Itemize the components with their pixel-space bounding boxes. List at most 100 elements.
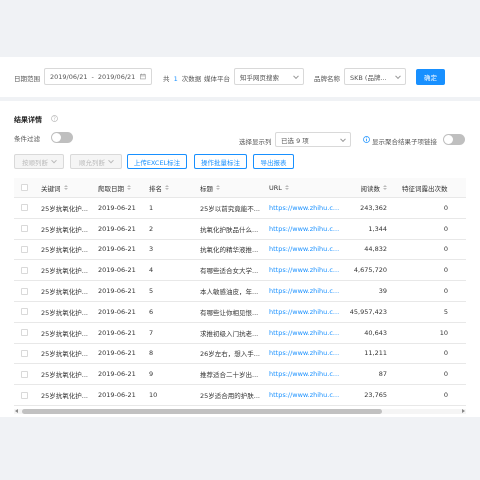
col-title[interactable]: 标题 — [200, 178, 220, 197]
cell-crawl-date: 2019-06-21 — [98, 266, 136, 275]
table-row[interactable]: 25岁抗氧化护... 2019-06-21 3 抗氧化的精华液推... https://… — [14, 240, 466, 261]
table-row[interactable]: 25岁抗氧化护... 2019-06-21 4 有哪些适合女大学... https://… — [14, 260, 466, 282]
cell-feature-count: 0 — [443, 391, 448, 400]
date-range-picker[interactable]: 2019/06/21 - 2019/06/21 — [44, 68, 152, 85]
media-platform-label: 媒体平台 — [204, 75, 230, 83]
cell-title: 本人敏感油皮，年... — [200, 288, 259, 297]
cell-url[interactable]: https://www.zhihu.c... — [269, 198, 339, 218]
row-checkbox[interactable] — [21, 260, 28, 280]
date-range-label: 日期范围 — [14, 75, 40, 83]
cell-keyword: 25岁抗氧化护... — [41, 392, 88, 401]
upload-excel-button[interactable]: 上传EXCEL标注 — [127, 154, 187, 169]
cell-keyword: 25岁抗氧化护... — [41, 204, 88, 213]
select-display-columns-select[interactable]: 已选 9 项 — [275, 132, 351, 147]
sort-icon — [63, 185, 68, 190]
horizontal-scrollbar[interactable] — [14, 409, 466, 414]
col-rank-label: 排名 — [149, 184, 162, 193]
cell-url[interactable]: https://www.zhihu.c... — [269, 323, 339, 343]
checkbox[interactable] — [21, 225, 28, 233]
table-row[interactable]: 25岁抗氧化护... 2019-06-21 7 求推初级入门抗老... https://… — [14, 323, 466, 344]
checkbox[interactable] — [21, 245, 28, 253]
row-checkbox[interactable] — [21, 281, 28, 301]
checkbox[interactable] — [21, 391, 28, 399]
cell-url[interactable]: https://www.zhihu.c... — [269, 344, 339, 364]
checkbox[interactable] — [21, 266, 28, 274]
help-icon[interactable]: ? — [51, 115, 58, 122]
table-row[interactable]: 25岁抗氧化护... 2019-06-21 5 本人敏感油皮，年... https://… — [14, 281, 466, 302]
scroll-right-arrow-icon[interactable] — [462, 409, 465, 413]
row-checkbox[interactable] — [21, 344, 28, 364]
cell-feature-count: 0 — [443, 349, 448, 358]
cell-keyword: 25岁抗氧化护... — [41, 371, 88, 380]
sort-column-label: 按顺列断 — [22, 158, 48, 167]
checkbox[interactable] — [21, 349, 28, 357]
media-platform-select[interactable]: 知乎网页搜索 — [234, 68, 304, 85]
cell-feature-count: 0 — [443, 224, 448, 233]
table-row[interactable]: 25岁抗氧化护... 2019-06-21 9 推荐适合二十岁出... https://… — [14, 364, 466, 386]
checkbox[interactable] — [21, 308, 28, 316]
col-feature-count[interactable]: 特征词露出次数 — [402, 178, 448, 197]
condition-filter-toggle[interactable] — [51, 132, 73, 143]
cell-crawl-date: 2019-06-21 — [98, 391, 136, 400]
cell-rank: 4 — [149, 266, 154, 275]
chevron-down-icon — [293, 72, 299, 79]
row-checkbox[interactable] — [21, 219, 28, 239]
cell-crawl-date: 2019-06-21 — [98, 307, 136, 316]
cell-title: 求推初级入门抗老... — [200, 329, 259, 338]
cell-rank: 5 — [149, 287, 154, 296]
cell-feature-count: 0 — [443, 203, 448, 212]
confirm-button[interactable]: 确定 — [416, 69, 445, 85]
row-checkbox[interactable] — [21, 198, 28, 218]
checkbox[interactable] — [21, 287, 28, 295]
select-all-checkbox[interactable] — [21, 178, 28, 197]
sort-column-dropdown-2[interactable]: 顺允列断 — [70, 154, 122, 169]
chevron-down-icon — [51, 157, 57, 163]
cell-keyword: 25岁抗氧化护... — [41, 288, 88, 297]
filter-panel: 日期范围 2019/06/21 - 2019/06/21 共 1 次数据 媒体平… — [0, 57, 480, 97]
cell-rank: 7 — [149, 328, 154, 337]
row-checkbox[interactable] — [21, 240, 28, 260]
row-checkbox[interactable] — [21, 323, 28, 343]
cell-feature-count: 0 — [443, 370, 448, 379]
batch-annotate-button[interactable]: 操作批量标注 — [194, 154, 247, 169]
col-crawl-date[interactable]: 爬取日期 — [98, 178, 131, 197]
col-url-label: URL — [269, 183, 282, 192]
scrollbar-thumb[interactable] — [22, 409, 382, 414]
show-link-toggle[interactable] — [443, 134, 465, 145]
cell-title: 抗氧化的精华液推... — [200, 246, 259, 255]
row-checkbox[interactable] — [21, 302, 28, 322]
table-row[interactable]: 25岁抗氧化护... 2019-06-21 1 25岁以前究竟能不... https:/… — [14, 198, 466, 219]
checkbox[interactable] — [21, 204, 28, 212]
cell-url[interactable]: https://www.zhihu.c... — [269, 302, 339, 322]
table-row[interactable]: 25岁抗氧化护... 2019-06-21 10 25岁适合用的护肤... https:… — [14, 385, 466, 406]
checkbox[interactable] — [21, 370, 28, 378]
brand-name-select[interactable]: SKB (品牌... — [344, 68, 406, 85]
cell-title: 26岁左右，想入手... — [200, 350, 260, 359]
table-row[interactable]: 25岁抗氧化护... 2019-06-21 8 26岁左右，想入手... https:/… — [14, 344, 466, 365]
cell-url[interactable]: https://www.zhihu.c... — [269, 385, 339, 405]
cell-url[interactable]: https://www.zhihu.c... — [269, 281, 339, 301]
col-url[interactable]: URL — [269, 178, 289, 197]
cell-url[interactable]: https://www.zhihu.c... — [269, 260, 339, 280]
sort-icon — [284, 185, 289, 190]
row-checkbox[interactable] — [21, 385, 28, 405]
table-row[interactable]: 25岁抗氧化护... 2019-06-21 2 抗氧化护肤品什么... https://… — [14, 219, 466, 240]
cell-feature-count: 0 — [443, 245, 448, 254]
cell-url[interactable]: https://www.zhihu.c... — [269, 240, 339, 260]
table-row[interactable]: 25岁抗氧化护... 2019-06-21 6 有哪些让你相见恨... https://… — [14, 302, 466, 323]
select-display-columns-label: 选择显示列 — [239, 138, 272, 146]
col-rank[interactable]: 排名 — [149, 178, 169, 197]
date-end: 2019/06/21 — [97, 72, 136, 81]
row-checkbox[interactable] — [21, 364, 28, 384]
cell-reads: 39 — [378, 287, 387, 296]
col-keyword[interactable]: 关键词 — [41, 178, 68, 197]
export-report-button[interactable]: 导出报表 — [253, 154, 294, 169]
col-reads[interactable]: 阅读数 — [339, 178, 387, 197]
cell-reads: 87 — [378, 370, 387, 379]
cell-reads: 40,643 — [364, 328, 387, 337]
scroll-left-arrow-icon[interactable] — [15, 409, 18, 413]
cell-url[interactable]: https://www.zhihu.c... — [269, 364, 339, 384]
checkbox[interactable] — [21, 329, 28, 337]
cell-url[interactable]: https://www.zhihu.c... — [269, 219, 339, 239]
sort-column-dropdown[interactable]: 按顺列断 — [14, 154, 64, 169]
